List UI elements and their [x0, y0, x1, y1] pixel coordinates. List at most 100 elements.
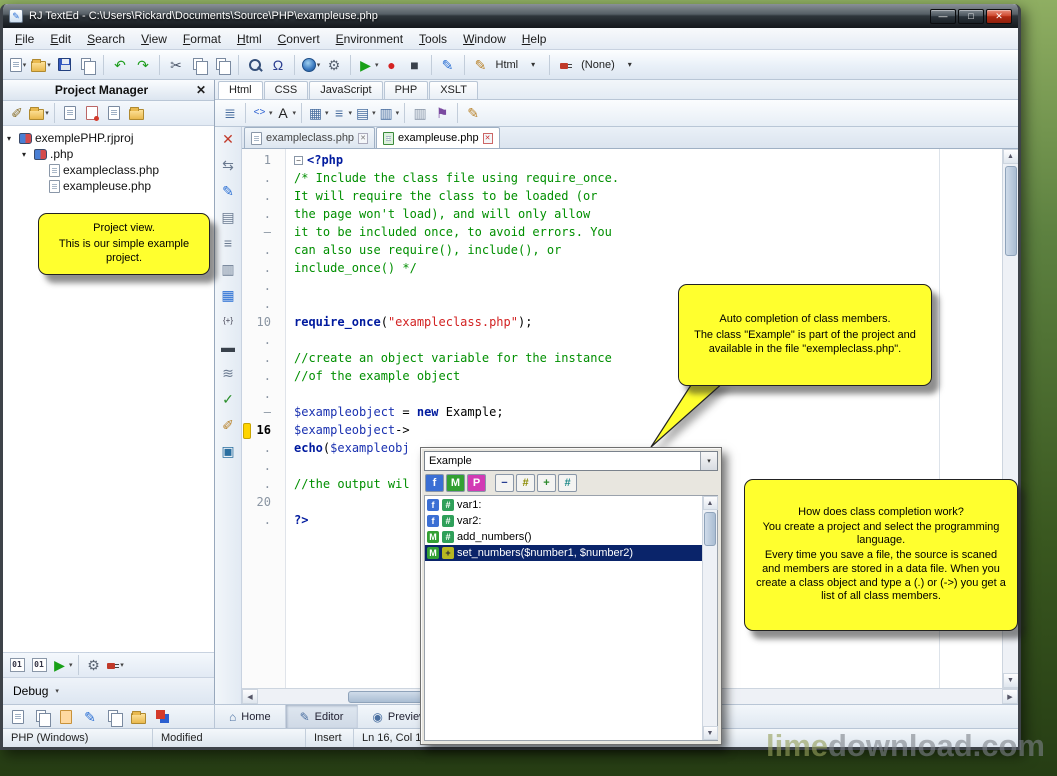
scroll-up-icon[interactable]: ▲ [702, 496, 718, 510]
close-pane-button[interactable]: ✕ [218, 130, 238, 147]
close-tab-icon[interactable]: ✕ [482, 132, 493, 144]
chevron-down-icon[interactable]: ▾ [700, 452, 717, 470]
panel-close-icon[interactable]: ✕ [194, 83, 208, 97]
tree-item-exemplephp-rjproj[interactable]: ▾ exemplePHP.rjproj [3, 130, 214, 146]
run-script-button[interactable]: ▶ ▾ [50, 653, 74, 677]
completion-item[interactable]: f # var2: [425, 513, 702, 529]
project-remove-file-button[interactable] [103, 101, 125, 125]
menu-view[interactable]: View [133, 29, 175, 49]
color-picker-button[interactable] [151, 705, 173, 729]
tool-dropdown-button[interactable]: ▾ [619, 53, 641, 77]
columns-button[interactable]: ▥ [409, 101, 431, 125]
tool-plug-icon[interactable] [555, 53, 577, 77]
annotate-button[interactable]: ✐ [218, 416, 238, 433]
new-file-button[interactable]: ▾ [7, 53, 29, 77]
file-tab-exampleclass-php[interactable]: exampleclass.php ✕ [244, 127, 375, 148]
filter-toggle-navy-button[interactable]: − [495, 474, 514, 492]
validate-button[interactable]: ✓ [218, 390, 238, 407]
completion-scroll-thumb[interactable] [704, 512, 716, 546]
open-file-button[interactable]: ▾ [30, 53, 52, 77]
project-properties-button[interactable]: ✐ [6, 101, 28, 125]
minimize-button[interactable]: — [930, 8, 956, 24]
completion-scrollbar[interactable]: ▲ ▼ [702, 496, 718, 740]
outline-button[interactable]: ≡ [218, 234, 238, 251]
chevron-expanded-icon[interactable]: ▾ [7, 134, 16, 143]
copy-path-button[interactable] [103, 705, 125, 729]
stop-button[interactable]: ■ [404, 53, 426, 77]
frame-button[interactable]: ▥ ▾ [377, 101, 401, 125]
table-button[interactable]: ▦ ▾ [306, 101, 330, 125]
view-tab-home[interactable]: ⌂ Home [215, 705, 286, 728]
completion-item[interactable]: M + set_numbers($number1, $number2) [425, 545, 702, 561]
tab-xslt[interactable]: XSLT [429, 81, 478, 99]
project-new-file-button[interactable] [59, 101, 81, 125]
scroll-left-icon[interactable]: ◀ [242, 689, 258, 704]
project-add-file-button[interactable] [81, 101, 103, 125]
paste-button[interactable] [211, 53, 233, 77]
options-button[interactable]: ⚙ [323, 53, 345, 77]
tree-item--php[interactable]: ▾ .php [3, 146, 214, 162]
filter-toggle-teal-button[interactable]: # [558, 474, 577, 492]
plugin-button[interactable]: ▾ [105, 653, 127, 677]
completion-item[interactable]: f # var1: [425, 497, 702, 513]
chevron-expanded-icon[interactable]: ▾ [22, 150, 31, 159]
quick-edit-button[interactable]: ✎ [79, 705, 101, 729]
fold-minus-icon[interactable]: − [294, 156, 303, 165]
completion-class-combo[interactable]: Example ▾ [424, 451, 718, 471]
undo-button[interactable]: ↶ [109, 53, 131, 77]
menu-html[interactable]: Html [229, 29, 270, 49]
scroll-down-icon[interactable]: ▼ [702, 726, 718, 740]
save-all-button[interactable] [76, 53, 98, 77]
tag-tree-button[interactable]: ≣ [219, 101, 241, 125]
menu-search[interactable]: Search [79, 29, 133, 49]
clip-button[interactable]: ▦ [218, 286, 238, 303]
layout-dual-button[interactable] [31, 705, 53, 729]
project-add-folder-button[interactable] [125, 101, 147, 125]
run-button[interactable]: ▶ ▾ [356, 53, 380, 77]
search-button[interactable] [244, 53, 266, 77]
layout-single-button[interactable] [7, 705, 29, 729]
title-bar[interactable]: RJ TextEd - C:\Users\Rickard\Documents\S… [3, 4, 1018, 28]
view-tab-editor[interactable]: ✎ Editor [285, 705, 359, 728]
list-button[interactable]: ≡ ▾ [330, 101, 354, 125]
cut-button[interactable]: ✂ [165, 53, 187, 77]
explorer-button[interactable] [127, 705, 149, 729]
menu-environment[interactable]: Environment [328, 29, 411, 49]
close-tab-icon[interactable]: ✕ [358, 132, 368, 144]
scroll-right-icon[interactable]: ▶ [1002, 689, 1018, 704]
form-button[interactable]: ▤ ▾ [353, 101, 377, 125]
snippet-button[interactable]: ▥ [218, 260, 238, 277]
copy-button[interactable] [188, 53, 210, 77]
filter-field-button[interactable]: f [425, 474, 444, 492]
menu-help[interactable]: Help [514, 29, 555, 49]
syntax-pen-icon[interactable]: ✎ [470, 53, 492, 77]
insert-tag-button[interactable]: <> ▾ [250, 101, 274, 125]
font-tag-button[interactable]: A ▾ [274, 101, 298, 125]
highlighter-button[interactable]: ▬ [218, 338, 238, 355]
fold-all-button[interactable]: {+} [218, 312, 238, 329]
wrap-button[interactable]: ≋ [218, 364, 238, 381]
layout-browser-button[interactable] [55, 705, 77, 729]
redo-button[interactable]: ↷ [132, 53, 154, 77]
close-button[interactable]: ✕ [986, 8, 1012, 24]
tab-php[interactable]: PHP [383, 81, 429, 99]
doc-info-button[interactable]: ▤ [218, 208, 238, 225]
special-char-button[interactable]: Ω [267, 53, 289, 77]
file-tab-exampleuse-php[interactable]: exampleuse.php ✕ [375, 127, 500, 148]
edit-preview-button[interactable]: ✎ [437, 53, 459, 77]
tab-html[interactable]: Html [218, 81, 263, 99]
split-view-button[interactable]: ▣ [218, 442, 238, 459]
tree-item-exampleuse-php[interactable]: exampleuse.php [3, 178, 214, 194]
spellcheck-button[interactable]: ✎ [462, 101, 484, 125]
completion-item[interactable]: M # add_numbers() [425, 529, 702, 545]
filter-toggle-olive-button[interactable]: # [516, 474, 535, 492]
script-options-button[interactable]: ⚙ [83, 653, 105, 677]
scroll-down-icon[interactable]: ▼ [1002, 673, 1018, 688]
syntax-dropdown-button[interactable]: ▾ [522, 53, 544, 77]
tag-check-button[interactable]: ⚑ [431, 101, 453, 125]
menu-convert[interactable]: Convert [270, 29, 328, 49]
vertical-scroll-thumb[interactable] [1004, 166, 1017, 256]
tab-css[interactable]: CSS [263, 81, 309, 99]
menu-format[interactable]: Format [175, 29, 229, 49]
filter-property-button[interactable]: P [467, 474, 486, 492]
